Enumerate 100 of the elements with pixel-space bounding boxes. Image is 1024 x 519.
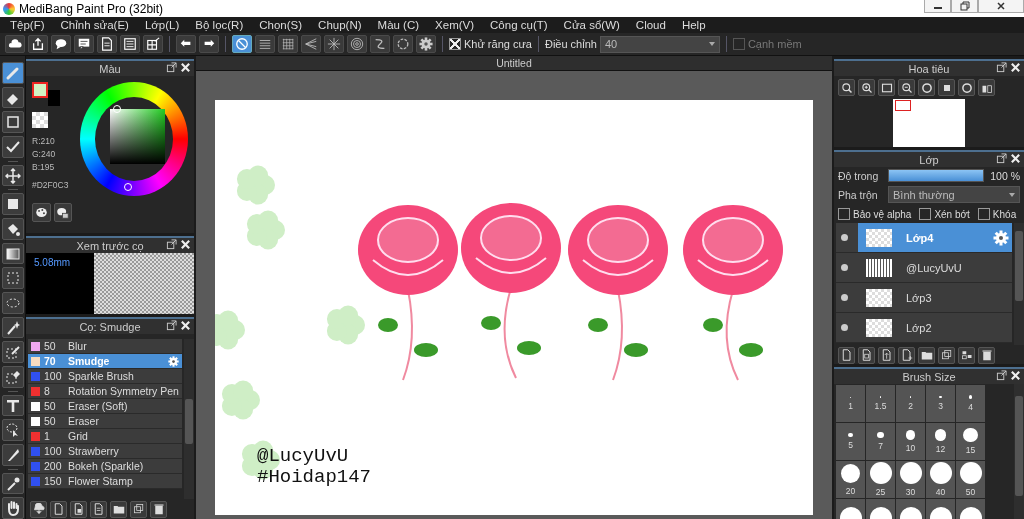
undock-icon[interactable] [166,320,177,331]
brush-size-option[interactable]: 30 [896,461,925,498]
menu-item[interactable]: Help [673,19,714,31]
script-page-icon[interactable] [90,500,107,518]
lasso-icon[interactable] [1,292,24,314]
settings-icon[interactable] [168,355,179,367]
layer-item[interactable]: @LucyUvU [836,253,1012,283]
grid-icon[interactable] [278,35,298,53]
menu-item[interactable]: Công cụ(T) [482,19,556,31]
menu-item[interactable]: Tệp(F) [2,19,53,31]
dashed-square-icon[interactable] [1,267,24,290]
knife-icon[interactable] [1,444,24,466]
wand-icon[interactable] [1,316,24,339]
checkbox[interactable] [977,208,990,220]
brush-size-option[interactable]: 1 [836,385,865,422]
pointer-icon[interactable] [1,419,24,442]
share-icon[interactable] [28,35,48,53]
trash-icon[interactable] [150,500,167,518]
new-layer-icon[interactable] [838,346,855,364]
menu-item[interactable]: Lớp(L) [136,19,188,31]
cloud-download-icon[interactable] [30,500,47,518]
checkbox[interactable] [838,208,850,220]
brush-list-item[interactable]: 50 Eraser (Soft) [28,399,182,414]
restore-icon[interactable] [951,0,978,13]
scrollbar[interactable] [1014,384,1024,519]
merge-layers-icon[interactable] [958,346,975,364]
checkbox[interactable] [732,38,745,50]
filled-square-icon[interactable] [1,193,24,216]
no-snap-icon[interactable] [232,35,252,53]
palette-settings-icon[interactable] [53,203,72,222]
layer-export-icon[interactable] [878,346,895,364]
zoom-in-icon[interactable] [858,79,875,96]
menu-item[interactable]: Chụp(N) [310,19,370,31]
visibility-dot-icon[interactable] [841,264,848,271]
undock-icon[interactable] [996,153,1007,164]
speech-bubble-icon[interactable] [51,35,71,53]
selection-eraser-icon[interactable] [1,366,24,388]
settings-icon[interactable] [993,229,1009,246]
menu-item[interactable]: Màu (C) [369,19,428,31]
zoom-reset-icon[interactable] [838,79,855,96]
comment-icon[interactable] [74,35,94,53]
brush-size-option[interactable]: 25 [866,461,895,498]
page-icon[interactable] [97,35,117,53]
duplicate-icon[interactable] [938,346,955,364]
undock-icon[interactable] [996,370,1007,381]
menu-item[interactable]: Cửa sổ(W) [555,19,628,31]
minimize-icon[interactable] [924,0,951,13]
brush-size-option[interactable]: 15 [956,423,985,460]
brush-size-option[interactable]: 4 [956,385,985,422]
brush-size-option[interactable]: 2 [896,385,925,422]
menu-item[interactable]: Xem(V) [427,19,483,31]
perspective-lines-icon[interactable] [301,35,321,53]
blend-mode-dropdown[interactable]: Bình thường [888,186,1020,203]
scrollbar[interactable] [1014,223,1024,345]
canvas-page[interactable]: @LucyUvU #Hoidap147 [215,100,813,515]
move-icon[interactable] [1,164,24,187]
brush-icon[interactable] [1,62,24,84]
copy-layer-icon[interactable] [858,346,875,364]
menu-item[interactable]: Bộ lọc(R) [187,19,252,31]
palette-icon[interactable] [32,203,51,222]
document-tab[interactable]: Untitled [486,57,542,69]
settings-icon[interactable] [416,35,436,53]
layer-item[interactable]: Lớp3 [836,283,1012,313]
grid-edit-icon[interactable] [143,35,163,53]
folder-icon[interactable] [110,500,127,518]
brush-size-option[interactable]: 5 [836,423,865,460]
menu-item[interactable]: Cloud [627,19,674,31]
brush-size-option[interactable]: 50 [956,461,985,498]
menu-item[interactable]: Chỉnh sửa(E) [52,19,137,31]
undock-icon[interactable] [996,62,1007,73]
brush-list-item[interactable]: 50 Blur [28,339,182,354]
selection-pen-icon[interactable] [1,341,24,364]
background-color-swatch[interactable] [48,90,60,106]
brush-size-option[interactable]: 40 [926,461,955,498]
visibility-dot-icon[interactable] [841,294,848,301]
undock-icon[interactable] [166,239,177,250]
opacity-slider[interactable] [888,169,985,182]
brush-size-option[interactable]: 3 [926,385,955,422]
visibility-dot-icon[interactable] [841,324,848,331]
scrollbar[interactable] [184,339,194,499]
copy-page-icon[interactable] [70,500,87,518]
eyedropper-icon[interactable] [1,472,24,495]
correction-dropdown[interactable]: 40 [599,35,720,53]
layer-item[interactable]: Lớp2 [836,313,1012,343]
square-icon[interactable] [1,111,24,133]
brush-size-option[interactable]: 10 [896,423,925,460]
new-page-icon[interactable] [50,500,67,518]
list-icon[interactable] [120,35,140,53]
folder-icon[interactable] [918,346,935,364]
text-tool-icon[interactable] [1,394,24,417]
curve-icon[interactable] [370,35,390,53]
brush-list-item[interactable]: 200 Bokeh (Sparkle) [28,459,182,474]
undo-icon[interactable] [176,35,196,53]
gradient-icon[interactable] [1,242,24,265]
fit-screen-icon[interactable] [878,79,895,96]
add-layer-icon[interactable] [898,346,915,364]
foreground-color-swatch[interactable] [32,82,48,98]
bucket-icon[interactable] [1,218,24,240]
brush-list-item[interactable]: 100 Sparkle Brush [28,369,182,384]
zoom-out-icon[interactable] [898,79,915,96]
